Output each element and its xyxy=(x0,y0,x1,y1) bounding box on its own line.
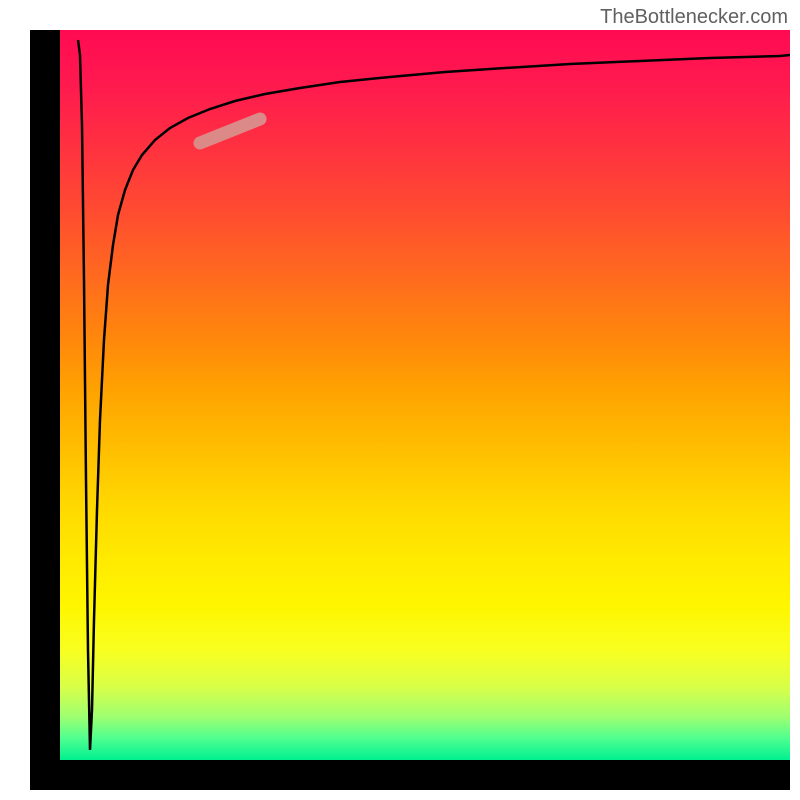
y-axis-frame xyxy=(30,30,60,790)
plot-area xyxy=(60,30,790,760)
curve-svg xyxy=(60,30,790,760)
chart-container xyxy=(30,30,790,790)
x-axis-frame xyxy=(30,760,790,790)
main-curve xyxy=(78,40,790,750)
highlight-segment xyxy=(200,119,260,143)
watermark-text: TheBottlenecker.com xyxy=(600,6,788,29)
